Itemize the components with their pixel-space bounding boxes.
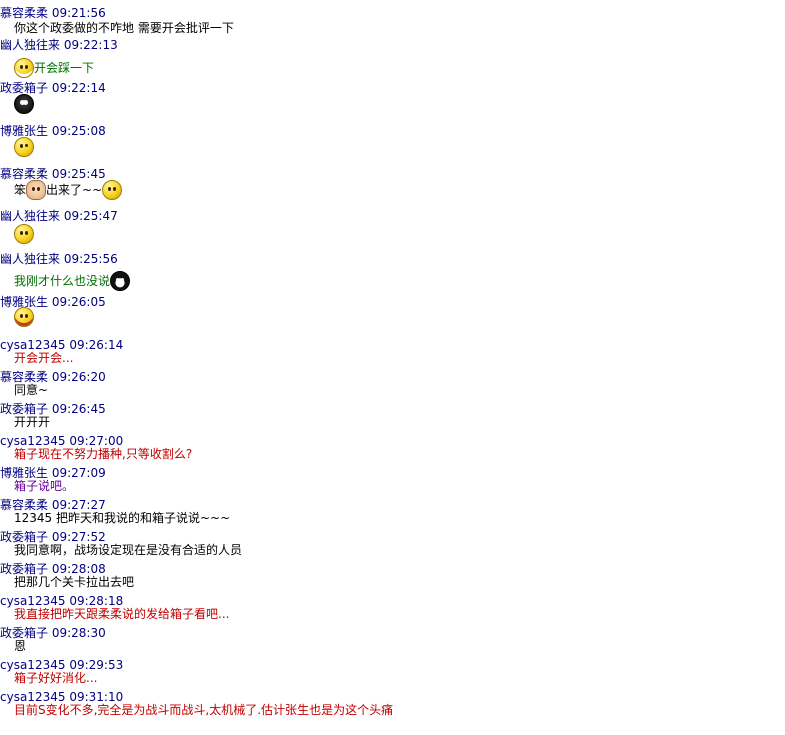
penguin-icon [110, 271, 131, 291]
message-body: 开会开会... [14, 347, 73, 369]
message-text: 出来了~~ [46, 183, 103, 197]
message-body: 同意~ [14, 379, 48, 401]
chat-log: 慕容柔柔 09:21:56 你这个政委做的不咋地 需要开会批评一下 幽人独往来 0… [0, 0, 785, 735]
message-text: 恩 [14, 639, 27, 653]
message-body: 恩 [14, 635, 26, 657]
message-time: 09:25:47 [63, 209, 118, 223]
message-time: 09:26:45 [51, 402, 106, 416]
message-time: 09:25:56 [63, 252, 118, 266]
message-text: 目前S变化不多,完全是为战斗而战斗,太机械了.估计张生也是为这个头痛 [14, 703, 394, 717]
yawn-face-icon [14, 307, 34, 327]
message-text: 12345 把昨天和我说的和箱子说说~~~ [14, 511, 231, 525]
message-text: 同意~ [14, 383, 49, 397]
sender-name[interactable]: 幽人独往来 [0, 252, 60, 266]
message-body: 开开开 [14, 411, 50, 433]
message-body: 箱子好好消化... [14, 667, 97, 689]
message-text: 我同意啊，战场设定现在是没有合适的人员 [14, 543, 243, 557]
message-time: 09:22:13 [63, 38, 118, 52]
sender-name[interactable]: 幽人独往来 [0, 209, 60, 223]
message-header: 幽人独往来 09:25:47 [0, 208, 118, 224]
grin-face-icon [14, 58, 34, 78]
pig-face-icon [26, 180, 47, 200]
message-body [14, 223, 34, 245]
message-time: 09:26:14 [69, 338, 124, 352]
message-time: 09:26:05 [51, 295, 106, 309]
message-text: 开开开 [14, 415, 51, 429]
owl-face-icon [14, 94, 34, 114]
message-text: 开会开会... [14, 351, 74, 365]
message-body: 把那几个关卡拉出去吧 [14, 571, 134, 593]
message-text: 箱子现在不努力播种,只等收割么? [14, 447, 193, 461]
message-text: 笨 [14, 183, 27, 197]
message-text: 箱子说吧。 [14, 479, 75, 493]
message-body [14, 93, 34, 115]
message-header: 幽人独往来 09:25:56 [0, 251, 118, 267]
message-text: 把那几个关卡拉出去吧 [14, 575, 135, 589]
dizzy-face-icon [14, 224, 34, 244]
message-body: 笨 出来了~~ [14, 179, 123, 201]
shocked-face-icon [14, 137, 34, 157]
message-body: 箱子说吧。 [14, 475, 74, 497]
sender-name[interactable]: 幽人独往来 [0, 38, 60, 52]
message-body: 12345 把昨天和我说的和箱子说说~~~ [14, 507, 230, 529]
message-text: 你这个政委做的不咋地 需要开会批评一下 [14, 21, 234, 35]
message-body: 箱子现在不努力播种,只等收割么? [14, 443, 192, 465]
message-header: 幽人独往来 09:22:13 [0, 37, 118, 53]
message-body: 我同意啊，战场设定现在是没有合适的人员 [14, 539, 242, 561]
message-text: 我直接把昨天跟柔柔说的发给箱子看吧... [14, 607, 230, 621]
message-body: 开会踩一下 [14, 57, 94, 79]
message-body: 目前S变化不多,完全是为战斗而战斗,太机械了.估计张生也是为这个头痛 [14, 699, 393, 721]
message-text: 开会踩一下 [34, 61, 95, 75]
message-time: 09:25:08 [51, 124, 106, 138]
message-text: 箱子好好消化... [14, 671, 98, 685]
message-body [14, 306, 34, 328]
wave-face-icon [102, 180, 123, 200]
message-body: 我刚才什么也没说 [14, 270, 131, 292]
message-time: 09:22:14 [51, 81, 106, 95]
message-body: 你这个政委做的不咋地 需要开会批评一下 [14, 17, 234, 39]
message-time: 09:26:20 [51, 370, 106, 384]
message-body: 我直接把昨天跟柔柔说的发给箱子看吧... [14, 603, 229, 625]
message-time: 09:28:30 [51, 626, 106, 640]
message-text: 我刚才什么也没说 [14, 274, 111, 288]
message-body [14, 136, 34, 158]
